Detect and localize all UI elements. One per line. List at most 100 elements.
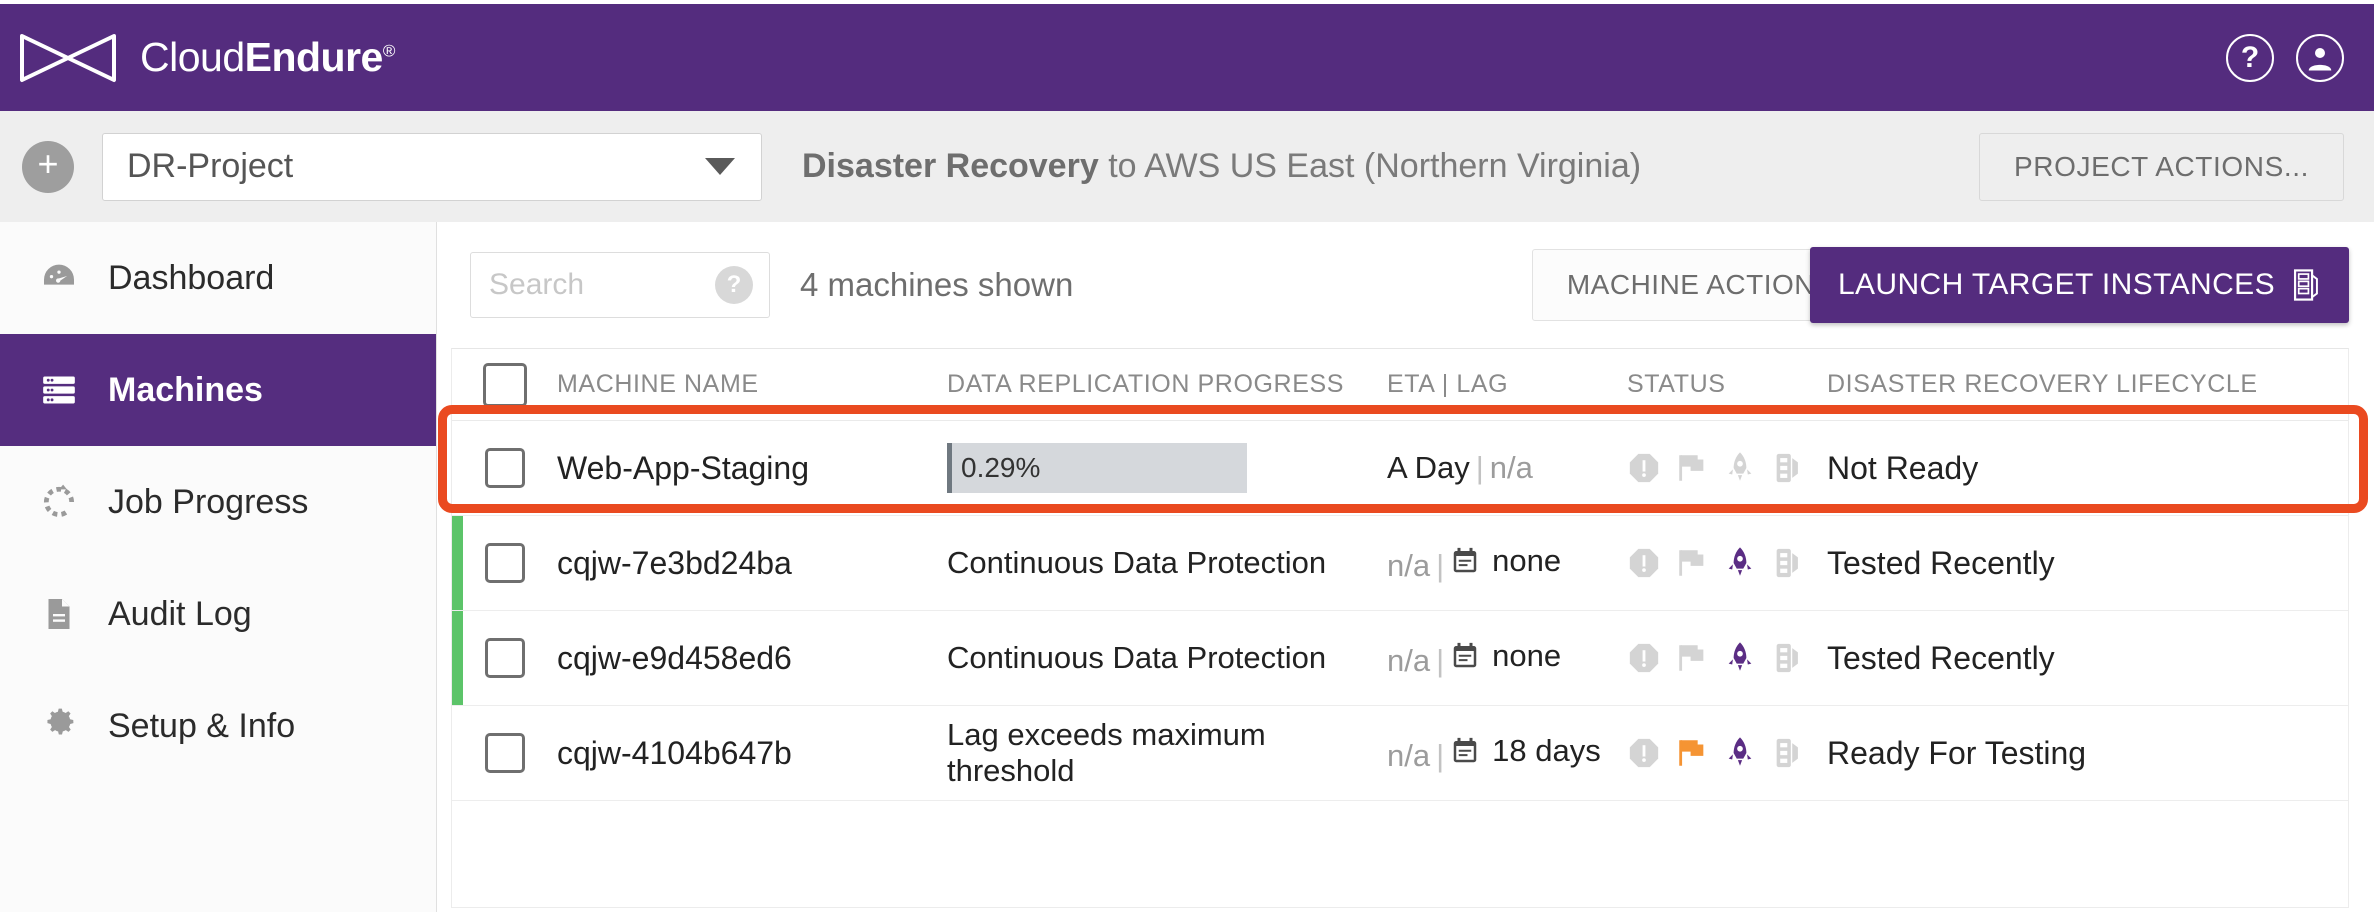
cell-progress: Continuous Data Protection xyxy=(947,545,1327,580)
launch-button-label: LAUNCH TARGET INSTANCES xyxy=(1837,268,2275,301)
cloudendure-bowtie-logo-icon xyxy=(20,33,116,82)
cell-lifecycle: Tested Recently xyxy=(1827,639,2055,676)
cell-status-icons xyxy=(1627,736,1827,770)
cell-machine-name: cqjw-7e3bd24ba xyxy=(557,544,792,581)
lag-value: none xyxy=(1492,637,1562,673)
row-checkbox[interactable] xyxy=(484,638,525,678)
eta-value: n/a xyxy=(1387,547,1431,583)
lag-value: none xyxy=(1492,542,1562,578)
cell-machine-name: cqjw-4104b647b xyxy=(557,734,792,771)
row-checkbox[interactable] xyxy=(484,448,525,488)
server-icon[interactable] xyxy=(1771,736,1805,770)
user-glyph-icon xyxy=(2308,47,2332,70)
table-row[interactable]: Web-App-Staging 0.29% A Day | n/a Not Re… xyxy=(438,405,2368,516)
document-icon xyxy=(28,596,90,632)
sidebar-item-job-progress[interactable]: Job Progress xyxy=(0,446,436,558)
cloudendure-console: CloudEndure® ? + DR-Project Disaster Rec… xyxy=(0,0,2374,912)
alert-icon[interactable] xyxy=(1627,546,1661,580)
project-select[interactable]: DR-Project xyxy=(102,132,762,201)
server-icon[interactable] xyxy=(1771,546,1805,580)
help-icon[interactable]: ? xyxy=(2226,33,2274,82)
flag-icon[interactable] xyxy=(1675,641,1709,675)
project-select-value: DR-Project xyxy=(127,147,294,185)
flag-icon[interactable] xyxy=(1675,736,1709,770)
calendar-icon xyxy=(1453,547,1477,572)
project-actions-button[interactable]: PROJECT ACTIONS... xyxy=(1979,132,2344,201)
column-header-machine-name[interactable]: MACHINE NAME xyxy=(557,370,947,399)
column-header-lifecycle[interactable]: DISASTER RECOVERY LIFECYCLE xyxy=(1827,370,2348,399)
row-select-cell[interactable] xyxy=(452,638,557,678)
calendar-icon xyxy=(1453,642,1477,667)
table-row[interactable]: cqjw-4104b647b Lag exceeds maximum thres… xyxy=(452,706,2348,801)
calendar-icon xyxy=(1453,737,1477,762)
row-status-marker xyxy=(452,516,463,610)
launch-target-instances-button[interactable]: LAUNCH TARGET INSTANCES xyxy=(1809,247,2349,323)
flag-icon[interactable] xyxy=(1675,451,1709,485)
rocket-icon[interactable] xyxy=(1723,641,1757,675)
cell-status-icons xyxy=(1627,546,1827,580)
machines-shown-count: 4 machines shown xyxy=(800,266,1074,303)
column-header-eta-lag[interactable]: ETA | LAG xyxy=(1387,370,1627,399)
eta-value: n/a xyxy=(1387,642,1431,678)
sidebar-item-setup-info[interactable]: Setup & Info xyxy=(0,670,436,782)
search-input[interactable] xyxy=(489,268,699,302)
gear-icon xyxy=(28,707,90,745)
sidebar-item-label: Dashboard xyxy=(108,258,275,297)
rocket-icon[interactable] xyxy=(1723,736,1757,770)
eta-value: A Day xyxy=(1387,450,1470,485)
rocket-icon[interactable] xyxy=(1723,546,1757,580)
sidebar-item-label: Machines xyxy=(108,370,263,409)
server-icon[interactable] xyxy=(1771,451,1805,485)
machines-table: MACHINE NAME DATA REPLICATION PROGRESS E… xyxy=(438,348,2368,908)
row-select-cell[interactable] xyxy=(452,543,557,583)
search-field-wrapper[interactable]: ? xyxy=(470,252,770,318)
lag-value: 18 days xyxy=(1492,732,1601,768)
sidebar-item-audit-log[interactable]: Audit Log xyxy=(0,558,436,670)
alert-icon[interactable] xyxy=(1627,641,1661,675)
table-row[interactable]: cqjw-e9d458ed6 Continuous Data Protectio… xyxy=(452,611,2348,706)
machines-panel: ? 4 machines shown MACHINE ACTIONS... LA… xyxy=(438,222,2374,912)
cell-eta-lag: n/a | none xyxy=(1387,637,1562,678)
row-checkbox[interactable] xyxy=(484,733,525,773)
sidebar-item-machines[interactable]: Machines xyxy=(0,334,436,446)
user-account-icon[interactable] xyxy=(2296,33,2344,82)
row-select-cell[interactable] xyxy=(452,448,557,488)
sidebar-item-dashboard[interactable]: Dashboard xyxy=(0,222,436,334)
rocket-icon[interactable] xyxy=(1723,451,1757,485)
progress-icon xyxy=(28,483,90,521)
row-select-cell[interactable] xyxy=(452,733,557,773)
cell-lifecycle: Not Ready xyxy=(1827,449,1979,486)
server-icon[interactable] xyxy=(1771,641,1805,675)
project-bar: + DR-Project Disaster Recovery to AWS US… xyxy=(0,111,2374,222)
table-row[interactable]: cqjw-7e3bd24ba Continuous Data Protectio… xyxy=(452,516,2348,611)
cell-lifecycle: Ready For Testing xyxy=(1827,734,2087,771)
row-status-marker xyxy=(452,611,463,705)
alert-icon[interactable] xyxy=(1627,451,1661,485)
cell-progress: 0.29% xyxy=(947,443,1387,493)
sidebar-nav: Dashboard Machines Job Progress Audit Lo… xyxy=(0,222,437,912)
brand-wordmark: CloudEndure® xyxy=(140,34,395,80)
column-header-data-replication-progress[interactable]: DATA REPLICATION PROGRESS xyxy=(947,370,1387,399)
cell-lifecycle: Tested Recently xyxy=(1827,544,2055,581)
brand-logo[interactable]: CloudEndure® xyxy=(18,30,395,86)
cell-status-icons xyxy=(1627,641,1827,675)
row-checkbox[interactable] xyxy=(484,543,525,583)
top-header-bar: CloudEndure® ? xyxy=(0,4,2374,111)
server-icon xyxy=(28,371,90,409)
machines-toolbar: ? 4 machines shown MACHINE ACTIONS... LA… xyxy=(438,222,2374,348)
select-all-checkbox[interactable] xyxy=(482,362,527,407)
cell-machine-name: Web-App-Staging xyxy=(557,449,809,486)
progress-label: 0.29% xyxy=(961,452,1041,483)
select-all-cell[interactable] xyxy=(452,362,557,407)
eta-value: n/a xyxy=(1387,737,1431,773)
alert-icon[interactable] xyxy=(1627,736,1661,770)
progress-fill xyxy=(947,443,952,493)
lag-value: n/a xyxy=(1489,450,1533,485)
search-help-icon[interactable]: ? xyxy=(715,266,753,304)
cell-status-icons xyxy=(1627,451,1827,485)
cell-eta-lag: A Day | n/a xyxy=(1387,450,1533,485)
add-project-button[interactable]: + xyxy=(22,140,74,193)
flag-icon[interactable] xyxy=(1675,546,1709,580)
column-header-status[interactable]: STATUS xyxy=(1627,370,1827,399)
header-action-icons: ? xyxy=(2226,33,2344,82)
